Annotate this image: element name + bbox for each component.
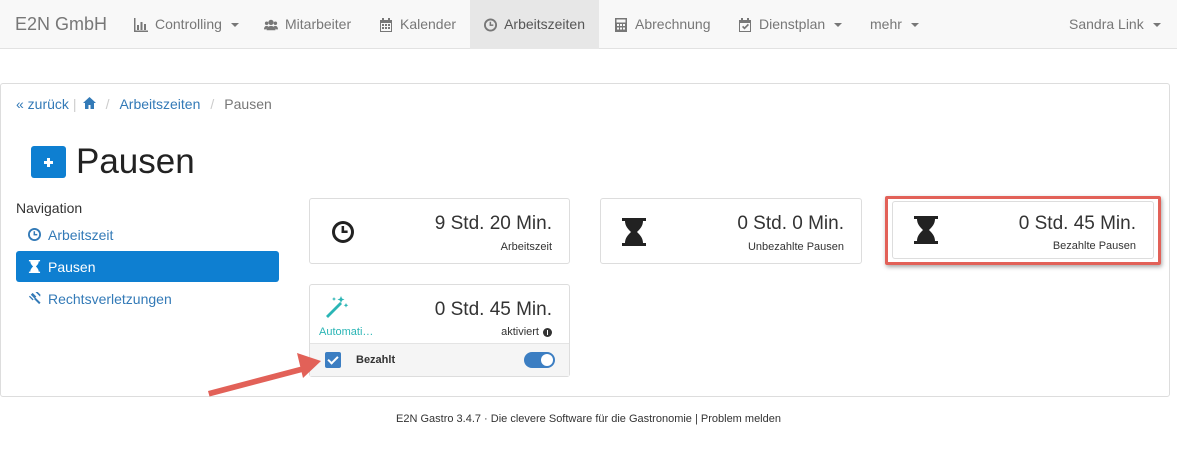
sidebar-item-rechtsverletzungen[interactable]: Rechtsverletzungen [16, 283, 279, 314]
clock-icon [484, 17, 498, 32]
home-link[interactable] [82, 96, 96, 112]
content-panel: « zurück | / Arbeitszeiten / Pausen Paus… [0, 83, 1170, 397]
nav-kalender[interactable]: Kalender [365, 0, 470, 49]
chevron-down-icon [910, 22, 919, 27]
sidebar-item-label: Rechtsverletzungen [48, 290, 172, 307]
nav-kalender-label: Kalender [400, 16, 457, 32]
stat-label: Arbeitszeit [500, 241, 552, 253]
page-title: Pausen [76, 142, 195, 181]
stat-label: Unbezahlte Pausen [747, 241, 844, 253]
calendar-check-icon [739, 17, 751, 32]
bar-chart-icon [134, 17, 148, 32]
nav-mitarbeiter-label: Mitarbeiter [285, 16, 352, 32]
breadcrumb-separator: / [210, 96, 215, 112]
user-name: Sandra Link [1069, 16, 1144, 32]
nav-abrechnung[interactable]: Abrechnung [600, 0, 725, 49]
nav-arbeitszeiten-label: Arbeitszeiten [504, 16, 585, 32]
sidebar-item-arbeitszeit[interactable]: Arbeitszeit [16, 219, 279, 250]
paid-checkbox[interactable] [325, 352, 341, 368]
stat-value: 0 Std. 45 Min. [1018, 213, 1136, 234]
page-header: Pausen [31, 142, 195, 182]
breadcrumb: « zurück | / Arbeitszeiten / Pausen [16, 96, 272, 112]
sidebar-item-pausen[interactable]: Pausen [16, 251, 279, 282]
chevron-down-icon [1152, 22, 1161, 27]
paid-label: Bezahlt [356, 354, 396, 366]
sidebar-item-label: Pausen [48, 258, 96, 275]
nav-controlling-label: Controlling [155, 16, 222, 32]
add-button[interactable] [31, 146, 66, 178]
status-text: aktiviert [501, 326, 552, 338]
status-label: aktiviert [501, 326, 539, 338]
nav-dienstplan[interactable]: Dienstplan [724, 0, 856, 49]
automatic-rule-name[interactable]: Automati… [319, 326, 373, 338]
chevron-down-icon [834, 22, 843, 27]
breadcrumb-current: Pausen [224, 96, 272, 112]
nav-mehr[interactable]: mehr [856, 0, 933, 49]
home-icon [82, 97, 96, 109]
user-menu[interactable]: Sandra Link [1055, 0, 1175, 49]
nav-arbeitszeiten[interactable]: Arbeitszeiten [470, 0, 599, 49]
stat-value: 0 Std. 0 Min. [737, 213, 844, 234]
stat-value: 9 Std. 20 Min. [434, 213, 552, 234]
stat-label: Bezahlte Pausen [1052, 240, 1136, 252]
sidebar-heading: Navigation [16, 200, 83, 216]
page-footer: E2N Gastro 3.4.7 · Die clevere Software … [396, 413, 781, 425]
nav-mehr-label: mehr [870, 16, 902, 32]
gavel-icon [28, 292, 41, 305]
info-icon[interactable] [543, 327, 552, 337]
calendar-icon [380, 17, 392, 32]
clock-icon [330, 217, 356, 252]
top-navbar: E2N GmbH Controlling Mitarbeiter Kalende… [0, 0, 1177, 49]
breadcrumb-arbeitszeiten[interactable]: Arbeitszeiten [119, 96, 200, 112]
breadcrumb-separator: / [105, 96, 110, 112]
stat-card-arbeitszeit: 9 Std. 20 Min. Arbeitszeit [309, 198, 570, 264]
users-icon [264, 19, 278, 30]
brand-logo[interactable]: E2N GmbH [15, 14, 107, 35]
nav-dienstplan-label: Dienstplan [759, 16, 826, 32]
hourglass-icon [621, 217, 647, 252]
sidebar-item-label: Arbeitszeit [48, 226, 114, 243]
card-footer: Bezahlt [310, 343, 569, 376]
stat-value: 0 Std. 45 Min. [434, 299, 552, 320]
magic-wand-icon [324, 294, 350, 325]
hourglass-icon [28, 260, 41, 273]
stat-card-unbezahlte-pausen: 0 Std. 0 Min. Unbezahlte Pausen [600, 198, 862, 264]
clock-icon [28, 228, 41, 241]
nav-abrechnung-label: Abrechnung [635, 16, 711, 32]
chevron-down-icon [230, 22, 239, 27]
active-toggle[interactable] [524, 352, 555, 368]
automatic-pause-card: Automati… 0 Std. 45 Min. aktiviert Bezah… [309, 284, 570, 377]
nav-controlling[interactable]: Controlling [120, 0, 253, 49]
breadcrumb-divider: | [72, 96, 77, 112]
nav-mitarbeiter[interactable]: Mitarbeiter [250, 0, 365, 49]
back-link[interactable]: « zurück [16, 96, 69, 112]
hourglass-icon [913, 215, 939, 250]
calculator-icon [615, 17, 627, 32]
stat-card-bezahlte-pausen: 0 Std. 45 Min. Bezahlte Pausen [892, 201, 1154, 259]
